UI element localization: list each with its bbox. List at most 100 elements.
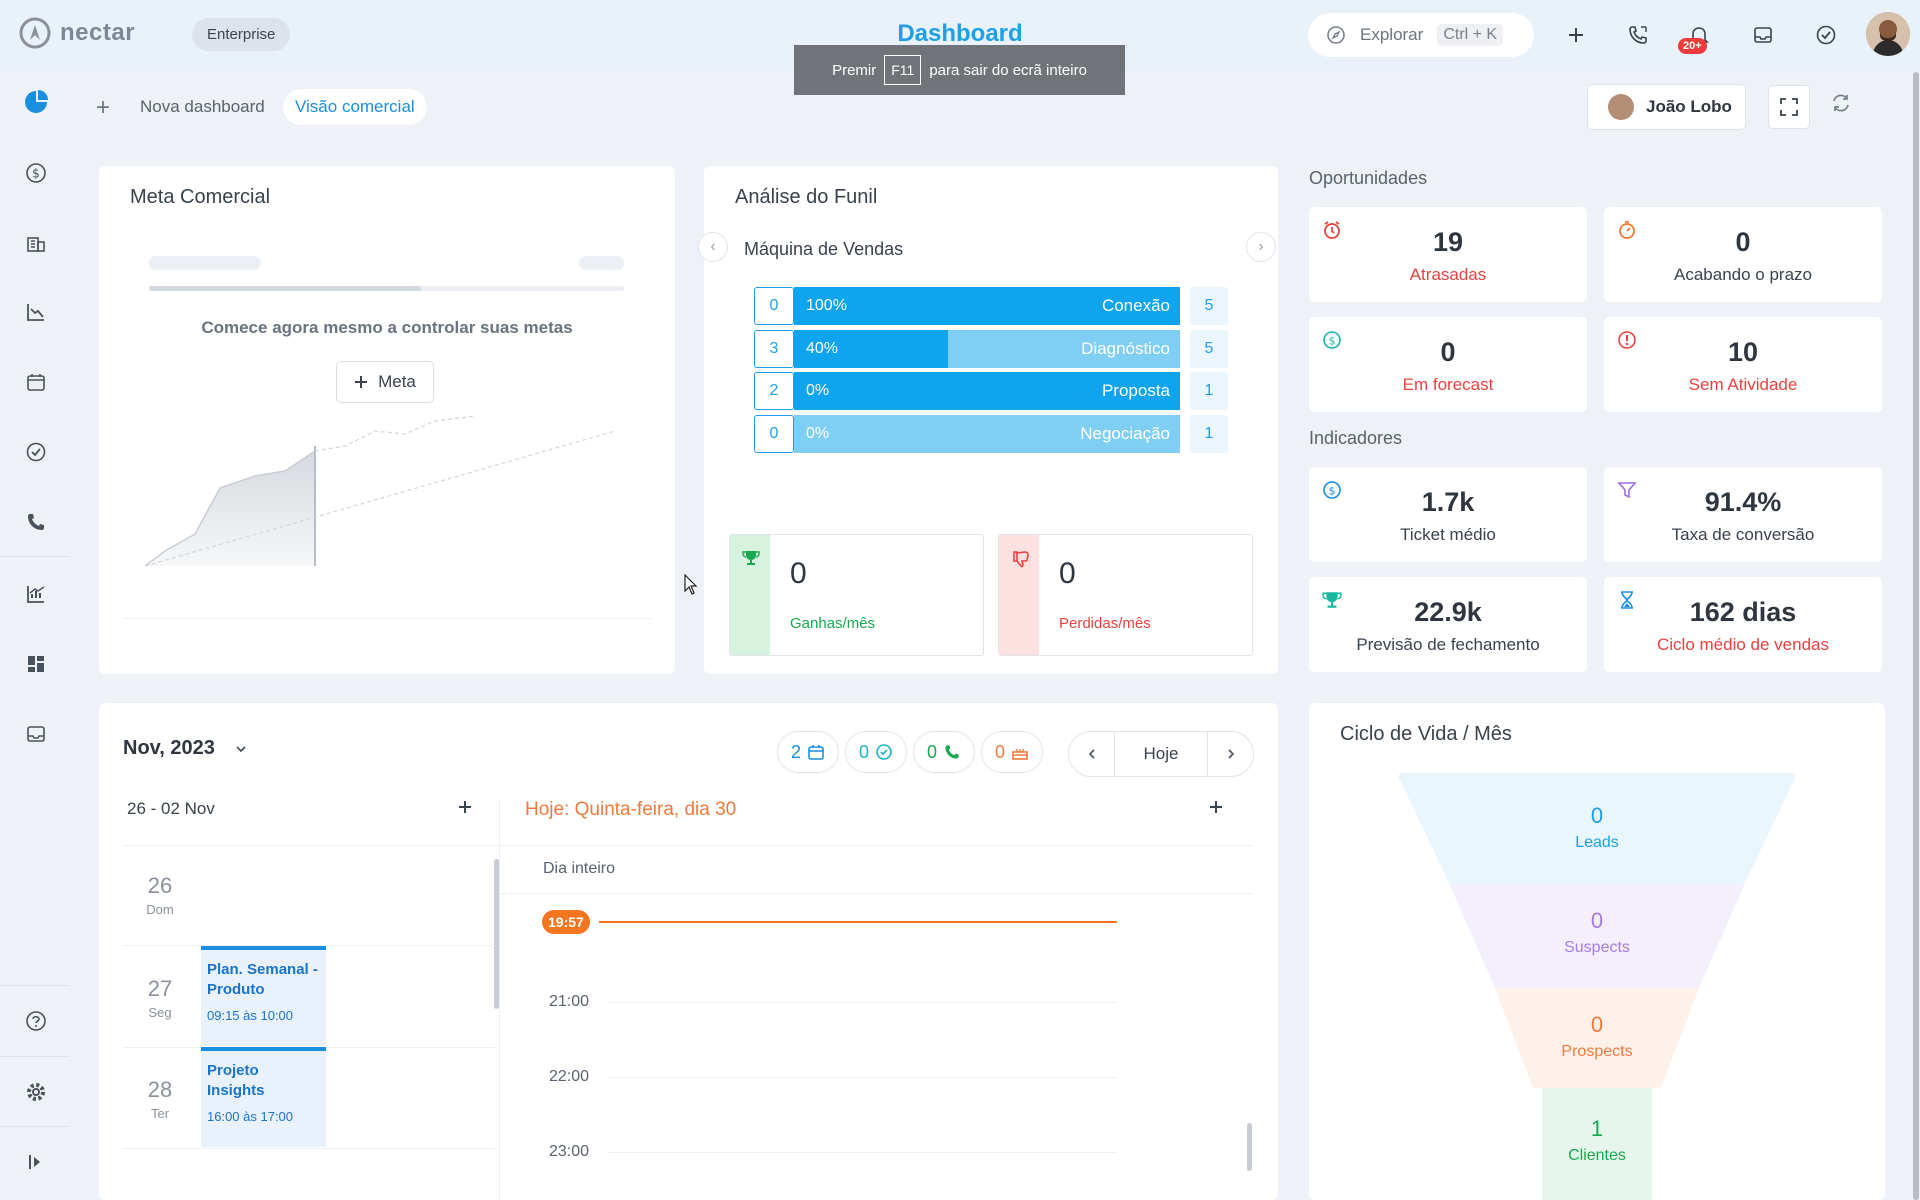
- divider: [123, 1148, 495, 1149]
- calendar-event[interactable]: Plan. Semanal - Produto 09:15 às 10:00: [201, 946, 326, 1046]
- calendar-event[interactable]: Projeto Insights 16:00 às 17:00: [201, 1047, 326, 1147]
- sidebar-item-settings[interactable]: [22, 1078, 50, 1106]
- page-scrollbar[interactable]: [1913, 72, 1919, 1200]
- today-button[interactable]: Hoje: [1115, 732, 1207, 776]
- lifecycle-label: Leads: [1575, 834, 1619, 851]
- phone-icon: [945, 745, 959, 759]
- dollar-circle-icon: $: [26, 163, 46, 183]
- tasks-button[interactable]: [1810, 19, 1842, 51]
- explore-search[interactable]: Explorar Ctrl + K: [1308, 13, 1534, 57]
- lost-label: Perdidas/mês: [1059, 615, 1151, 632]
- stat-taxa-conversao[interactable]: 91.4% Taxa de conversão: [1604, 467, 1882, 562]
- sidebar-item-calls[interactable]: [22, 508, 50, 536]
- add-meta-button[interactable]: Meta: [336, 361, 434, 403]
- funnel-stage-row[interactable]: 0 100% Conexão 5: [754, 287, 1228, 325]
- sidebar-item-companies[interactable]: [22, 229, 50, 257]
- new-dashboard-plus-icon[interactable]: +: [96, 94, 110, 122]
- logo[interactable]: nectar: [18, 16, 135, 50]
- stat-label: Ticket médio: [1400, 525, 1496, 544]
- fullscreen-button[interactable]: [1768, 85, 1810, 129]
- add-meta-label: Meta: [378, 372, 416, 391]
- funnel-segment-prospects: [1495, 988, 1699, 1088]
- sidebar-expand-button[interactable]: [22, 1148, 50, 1176]
- line-chart-icon: [27, 586, 45, 603]
- lost-per-month-box[interactable]: 0 Perdidas/mês: [998, 534, 1253, 656]
- funnel-segment-clients: [1542, 1088, 1652, 1200]
- stat-label: Sem Atividade: [1688, 375, 1798, 394]
- sidebar-divider: [0, 1056, 70, 1057]
- sidebar-item-dashboard[interactable]: [22, 88, 50, 116]
- pipeline-name[interactable]: Máquina de Vendas: [744, 239, 903, 260]
- chevron-down-icon: [236, 746, 247, 752]
- user-chip-avatar: [1608, 94, 1634, 120]
- chevron-left-icon: [1088, 749, 1095, 759]
- lifecycle-label: Suspects: [1564, 939, 1630, 956]
- funnel-next-button[interactable]: ›: [1246, 232, 1276, 262]
- stage-right-count: 5: [1190, 330, 1228, 368]
- sidebar-item-calendar[interactable]: [22, 368, 50, 396]
- fullscreen-hint-prefix: Premir: [832, 61, 877, 79]
- meta-empty-text: Comece agora mesmo a controlar suas meta…: [201, 318, 573, 337]
- day-number: 28: [147, 1077, 173, 1102]
- funnel-stage-row[interactable]: 2 0% Proposta 1: [754, 372, 1228, 410]
- sidebar-item-inbox[interactable]: [22, 720, 50, 748]
- funnel-stage-row[interactable]: 0 0% Negociação 1: [754, 415, 1228, 453]
- week-scrollbar[interactable]: [494, 859, 499, 1009]
- tab-new-dashboard[interactable]: Nova dashboard: [128, 89, 277, 125]
- sidebar-item-tasks[interactable]: [22, 438, 50, 466]
- month-selector[interactable]: Nov, 2023: [123, 737, 248, 760]
- refresh-button[interactable]: [1830, 92, 1852, 114]
- stage-name: Conexão: [1101, 296, 1170, 315]
- meta-comercial-card: Meta Comercial Comece agora mesmo a cont…: [99, 166, 675, 674]
- funnel-prev-button[interactable]: ‹: [698, 232, 728, 262]
- stat-acabando-prazo[interactable]: 0 Acabando o prazo: [1604, 207, 1882, 302]
- stat-label: Atrasadas: [1409, 265, 1487, 284]
- day-number: 26: [147, 873, 173, 898]
- stat-previsao-fechamento[interactable]: 22.9k Previsão de fechamento: [1309, 577, 1587, 672]
- sidebar-item-help[interactable]: [22, 1008, 50, 1036]
- inbox-button[interactable]: [1747, 19, 1779, 51]
- stage-percent: 0%: [806, 425, 830, 442]
- calendar-next-button[interactable]: [1207, 732, 1253, 776]
- calendar-prev-button[interactable]: [1069, 732, 1115, 776]
- sidebar-item-analytics[interactable]: [22, 580, 50, 608]
- plus-icon: [355, 376, 368, 388]
- page-title: Dashboard: [897, 20, 1023, 47]
- user-filter-chip[interactable]: João Lobo: [1587, 84, 1746, 130]
- trophy-icon: [742, 551, 760, 565]
- sidebar-item-reports[interactable]: [22, 298, 50, 326]
- counter-birthdays[interactable]: 0: [981, 731, 1043, 773]
- tab-visao-comercial[interactable]: Visão comercial: [283, 89, 427, 125]
- stat-value: 162 dias: [1689, 597, 1797, 627]
- event-title: Projeto Insights: [207, 1062, 265, 1099]
- nectar-logo-icon: [19, 17, 51, 49]
- hour-line: [607, 1002, 1117, 1003]
- stat-atrasadas[interactable]: 19 Atrasadas: [1309, 207, 1587, 302]
- add-week-event-button[interactable]: [457, 799, 473, 815]
- won-per-month-box[interactable]: 0 Ganhas/mês: [729, 534, 984, 656]
- stat-ciclo-medio[interactable]: 162 dias Ciclo médio de vendas: [1604, 577, 1882, 672]
- counter-events[interactable]: 2: [777, 731, 839, 773]
- calls-button[interactable]: [1622, 19, 1654, 51]
- user-chip-name: João Lobo: [1646, 97, 1732, 116]
- phone-icon: [28, 514, 44, 530]
- stage-name: Diagnóstico: [1081, 339, 1170, 358]
- all-day-label: Dia inteiro: [543, 860, 616, 877]
- sidebar-item-widgets[interactable]: [22, 650, 50, 678]
- user-avatar[interactable]: [1866, 12, 1910, 56]
- stat-em-forecast[interactable]: $ 0 Em forecast: [1309, 317, 1587, 412]
- funnel-stage-row[interactable]: 3 40% Diagnóstico 5: [754, 330, 1228, 368]
- calendar-icon: [27, 374, 45, 391]
- stage-percent: 0%: [806, 382, 830, 399]
- stage-right-count: 1: [1190, 372, 1228, 410]
- stat-ticket-medio[interactable]: $ 1.7k Ticket médio: [1309, 467, 1587, 562]
- indicators-title: Indicadores: [1309, 428, 1403, 448]
- sidebar-item-sales[interactable]: $: [22, 159, 50, 187]
- stat-sem-atividade[interactable]: 10 Sem Atividade: [1604, 317, 1882, 412]
- day-scrollbar[interactable]: [1247, 1123, 1252, 1171]
- counter-calls[interactable]: 0: [913, 731, 975, 773]
- add-day-event-button[interactable]: [1208, 799, 1224, 815]
- counter-tasks[interactable]: 0: [845, 731, 907, 773]
- add-button[interactable]: [1560, 19, 1592, 51]
- lifecycle-label: Prospects: [1561, 1043, 1633, 1060]
